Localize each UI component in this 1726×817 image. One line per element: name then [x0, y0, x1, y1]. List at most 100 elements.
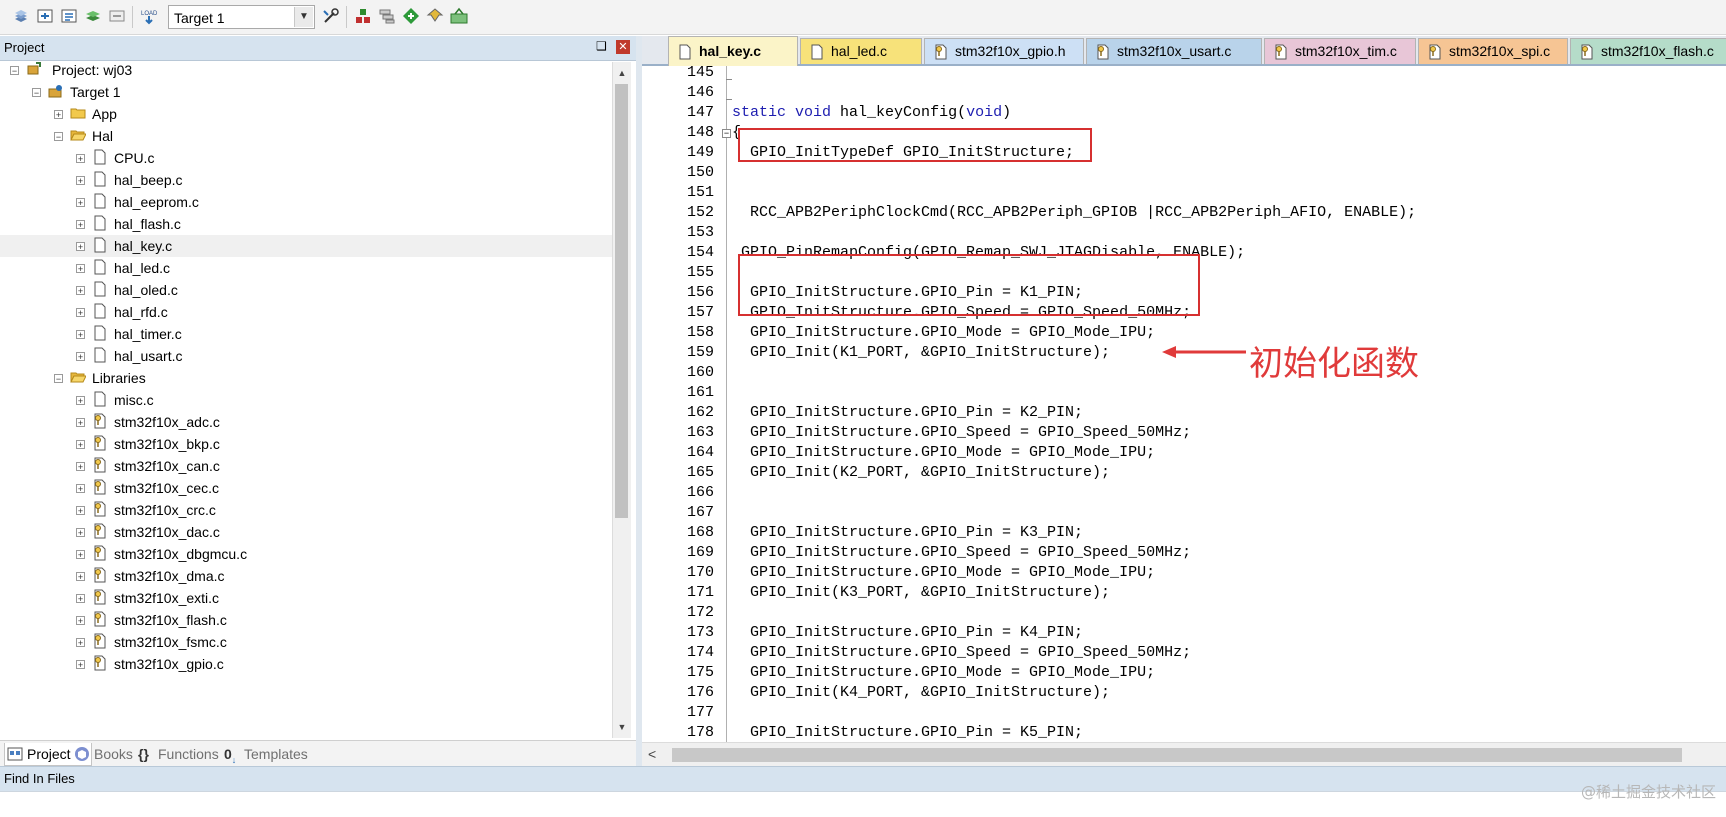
batch-build-icon[interactable]: [84, 7, 102, 25]
tree-item[interactable]: + hal_key.c: [0, 235, 612, 257]
tree-item[interactable]: + CPU.c: [0, 147, 612, 169]
expand-icon[interactable]: +: [76, 286, 85, 296]
line-number: 158: [686, 324, 714, 341]
code-horizontal-scrollbar[interactable]: <: [642, 742, 1726, 767]
line-number: 162: [686, 404, 714, 421]
tree-item[interactable]: − Target 1: [0, 81, 612, 103]
find-in-files-output[interactable]: [0, 791, 1726, 817]
tree-item[interactable]: + stm32f10x_dma.c: [0, 565, 612, 587]
select-packs-icon[interactable]: [378, 7, 396, 25]
tree-scrollbar-thumb[interactable]: [615, 84, 628, 518]
file-icon: [92, 281, 108, 297]
target-select[interactable]: Target 1 ▼: [168, 5, 315, 29]
expand-icon[interactable]: +: [76, 396, 85, 406]
tree-item[interactable]: − Hal: [0, 125, 612, 147]
expand-icon[interactable]: +: [76, 242, 85, 252]
collapse-icon[interactable]: −: [54, 374, 63, 384]
expand-icon[interactable]: +: [76, 176, 85, 186]
line-number: 166: [686, 484, 714, 501]
code-scrollbar-thumb[interactable]: [672, 748, 1682, 762]
expand-icon[interactable]: +: [76, 154, 85, 164]
expand-icon[interactable]: +: [76, 198, 85, 208]
pin-icon[interactable]: ❑: [596, 39, 607, 53]
rebuild-icon[interactable]: [60, 7, 78, 25]
tree-item[interactable]: + hal_flash.c: [0, 213, 612, 235]
tree-item[interactable]: + stm32f10x_crc.c: [0, 499, 612, 521]
tree-item-label: stm32f10x_fsmc.c: [114, 634, 227, 650]
expand-icon[interactable]: +: [76, 220, 85, 230]
tree-item[interactable]: + stm32f10x_fsmc.c: [0, 631, 612, 653]
expand-icon[interactable]: +: [76, 484, 85, 494]
editor-tab[interactable]: stm32f10x_spi.c: [1418, 38, 1568, 64]
scroll-up-icon[interactable]: ▲: [613, 64, 631, 82]
editor-tab-bar: hal_key.c hal_led.c stm32f10x_gpio.h stm32f…: [642, 36, 1726, 66]
tree-item-label: stm32f10x_bkp.c: [114, 436, 220, 452]
editor-tab[interactable]: hal_key.c: [668, 36, 798, 66]
ecosystem-icon[interactable]: [450, 7, 468, 25]
tree-item[interactable]: + hal_usart.c: [0, 345, 612, 367]
expand-icon[interactable]: +: [76, 352, 85, 362]
expand-icon[interactable]: +: [76, 616, 85, 626]
tree-item[interactable]: + hal_led.c: [0, 257, 612, 279]
expand-icon[interactable]: +: [76, 440, 85, 450]
tree-item[interactable]: + App: [0, 103, 612, 125]
editor-tab[interactable]: stm32f10x_flash.c: [1570, 38, 1726, 64]
target-options-icon[interactable]: [322, 7, 340, 25]
expand-icon[interactable]: +: [76, 506, 85, 516]
expand-icon[interactable]: +: [76, 594, 85, 604]
tree-item[interactable]: + hal_beep.c: [0, 169, 612, 191]
collapse-icon[interactable]: −: [54, 132, 63, 142]
expand-icon[interactable]: +: [76, 660, 85, 670]
tree-item[interactable]: + stm32f10x_bkp.c: [0, 433, 612, 455]
fold-collapse-icon[interactable]: −: [722, 129, 731, 138]
tree-item[interactable]: − Libraries: [0, 367, 612, 389]
close-icon[interactable]: ✕: [616, 40, 630, 54]
expand-icon[interactable]: +: [76, 550, 85, 560]
tree-item[interactable]: + hal_timer.c: [0, 323, 612, 345]
tab-templates[interactable]: 0↓ Templates: [222, 743, 340, 765]
expand-icon[interactable]: +: [76, 462, 85, 472]
code-keyword: void: [966, 104, 1003, 121]
editor-tab[interactable]: stm32f10x_usart.c: [1086, 38, 1262, 64]
editor-tab[interactable]: hal_led.c: [800, 38, 922, 64]
manage-components-icon[interactable]: [354, 7, 372, 25]
scroll-left-icon[interactable]: <: [648, 746, 656, 762]
stop-build-icon[interactable]: [108, 7, 126, 25]
expand-icon[interactable]: +: [76, 638, 85, 648]
expand-icon[interactable]: +: [54, 110, 63, 120]
tree-item[interactable]: + hal_eeprom.c: [0, 191, 612, 213]
event-recorder-icon[interactable]: [426, 7, 444, 25]
expand-icon[interactable]: +: [76, 330, 85, 340]
translate-icon[interactable]: [12, 7, 30, 25]
project-panel-title: Project: [4, 40, 45, 55]
expand-icon[interactable]: +: [76, 572, 85, 582]
editor-tab[interactable]: stm32f10x_gpio.h: [924, 38, 1084, 64]
tree-item[interactable]: + stm32f10x_cec.c: [0, 477, 612, 499]
tree-item[interactable]: − Project: wj03: [0, 62, 612, 81]
expand-icon[interactable]: +: [76, 418, 85, 428]
expand-icon[interactable]: +: [76, 308, 85, 318]
line-number: 156: [686, 284, 714, 301]
collapse-icon[interactable]: −: [32, 88, 41, 98]
tree-item[interactable]: + misc.c: [0, 389, 612, 411]
tree-item[interactable]: + stm32f10x_adc.c: [0, 411, 612, 433]
expand-icon[interactable]: +: [76, 528, 85, 538]
tree-item[interactable]: + hal_rfd.c: [0, 301, 612, 323]
tree-item[interactable]: + stm32f10x_exti.c: [0, 587, 612, 609]
expand-icon[interactable]: +: [76, 264, 85, 274]
collapse-icon[interactable]: −: [10, 66, 19, 76]
chevron-down-icon[interactable]: ▼: [294, 7, 313, 27]
tree-vertical-scrollbar[interactable]: ▲ ▼: [612, 62, 631, 738]
tree-item[interactable]: + stm32f10x_dbgmcu.c: [0, 543, 612, 565]
download-icon[interactable]: LOAD: [140, 7, 158, 25]
pack-installer-icon[interactable]: [402, 7, 420, 25]
tree-item[interactable]: + stm32f10x_dac.c: [0, 521, 612, 543]
code-editor[interactable]: 145 146 147 148 149 150 151 152 153 154 155 156 157 1…: [642, 66, 1726, 742]
build-icon[interactable]: [36, 7, 54, 25]
scroll-down-icon[interactable]: ▼: [613, 718, 631, 736]
tree-item[interactable]: + stm32f10x_flash.c: [0, 609, 612, 631]
tree-item[interactable]: + stm32f10x_gpio.c: [0, 653, 612, 675]
editor-tab[interactable]: stm32f10x_tim.c: [1264, 38, 1416, 64]
tree-item[interactable]: + hal_oled.c: [0, 279, 612, 301]
tree-item[interactable]: + stm32f10x_can.c: [0, 455, 612, 477]
